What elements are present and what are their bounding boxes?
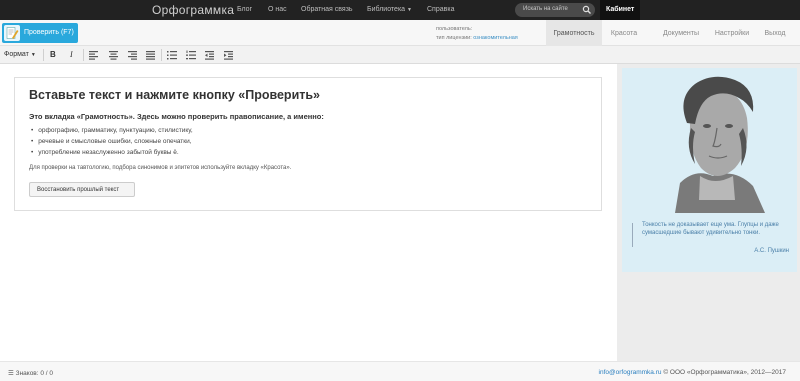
numbered-list-icon[interactable]: [186, 48, 196, 62]
format-toolbar: Формат ▼ B I: [0, 46, 800, 64]
nav-about[interactable]: О нас: [268, 6, 287, 13]
quote-text: Тонкость не доказывает еще ума. Глупцы и…: [642, 222, 779, 236]
italic-button[interactable]: I: [70, 48, 73, 62]
search-placeholder: Искать на сайте: [523, 6, 568, 12]
page-title: Вставьте текст и нажмите кнопку «Провери…: [29, 88, 321, 102]
list-item: орфографию, грамматику, пунктуацию, стил…: [31, 127, 192, 134]
quote-divider: [632, 223, 633, 247]
outdent-icon[interactable]: [205, 48, 215, 62]
license-value-link[interactable]: ознакомительная: [473, 35, 517, 41]
list-icon: ☰: [8, 370, 14, 377]
app-header: Проверить (F7) пользователь: тип лицензи…: [0, 20, 800, 46]
spellcheck-icon: [4, 25, 20, 41]
status-footer: ☰ Знаков: 0 / 0 info@orfogrammka.ru © ОО…: [0, 361, 800, 381]
tab-literacy[interactable]: Грамотность: [546, 20, 602, 46]
brand-logo[interactable]: Орфограммка: [152, 3, 234, 17]
tab-beauty[interactable]: Красота: [604, 20, 644, 46]
search-input[interactable]: Искать на сайте: [515, 3, 595, 17]
chevron-down-icon: ▼: [30, 52, 36, 58]
nav-library[interactable]: Библиотека ▼: [367, 6, 412, 13]
char-count: ☰ Знаков: 0 / 0: [8, 369, 53, 377]
hint-text: Для проверки на тавтологию, подбора сино…: [29, 165, 292, 171]
search-icon[interactable]: [582, 5, 592, 15]
check-button-label: Проверить (F7): [24, 29, 74, 36]
format-dropdown-label: Формат: [4, 51, 29, 58]
restore-text-label: Восстановить прошлый текст: [37, 187, 120, 193]
nav-blog[interactable]: Блог: [237, 6, 252, 13]
align-right-icon[interactable]: [128, 48, 138, 62]
restore-text-button[interactable]: Восстановить прошлый текст: [29, 182, 135, 197]
align-justify-icon[interactable]: [146, 48, 156, 62]
user-label: пользователь:: [436, 26, 473, 32]
cabinet-button[interactable]: Кабинет: [600, 0, 640, 20]
toolbar-divider: [43, 49, 44, 61]
nav-library-label: Библиотека: [367, 6, 406, 13]
nav-help[interactable]: Справка: [427, 6, 454, 13]
quote-author: А.С. Пушкин: [754, 248, 789, 254]
top-navbar: Орфограммка Блог О нас Обратная связь Би…: [0, 0, 800, 20]
align-center-icon[interactable]: [109, 48, 119, 62]
char-count-label: Знаков: 0 / 0: [15, 370, 54, 377]
align-left-icon[interactable]: [89, 48, 99, 62]
bulleted-list-icon[interactable]: [167, 48, 177, 62]
tab-documents[interactable]: Документы: [656, 20, 706, 46]
toolbar-divider: [161, 49, 162, 61]
toolbar-divider: [83, 49, 84, 61]
check-button[interactable]: Проверить (F7): [2, 23, 78, 43]
quote-panel: Тонкость не доказывает еще ума. Глупцы и…: [622, 68, 797, 272]
tab-logout[interactable]: Выход: [758, 20, 792, 46]
chevron-down-icon: ▼: [407, 7, 412, 13]
indent-icon[interactable]: [224, 48, 234, 62]
tab-settings[interactable]: Настройки: [708, 20, 756, 46]
list-item: употребление незаслуженно забытой буквы …: [31, 149, 178, 156]
copyright: info@orfogrammka.ru © ООО «Орфограмматик…: [599, 369, 786, 376]
nav-feedback[interactable]: Обратная связь: [301, 6, 353, 13]
page-subtitle: Это вкладка «Грамотность». Здесь можно п…: [29, 112, 324, 121]
cabinet-label: Кабинет: [606, 6, 635, 13]
license-label: тип лицензии:: [436, 35, 472, 41]
email-link[interactable]: info@orfogrammka.ru: [599, 369, 662, 376]
license-info: тип лицензии: ознакомительная: [436, 35, 518, 41]
editor-welcome-panel[interactable]: Вставьте текст и нажмите кнопку «Провери…: [14, 77, 602, 211]
copyright-text: © ООО «Орфограмматика», 2012—2017: [663, 369, 786, 376]
pushkin-portrait-image: [675, 76, 765, 213]
list-item: речевые и смысловые ошибки, сложные опеч…: [31, 138, 191, 145]
format-dropdown[interactable]: Формат ▼: [4, 48, 36, 62]
bold-button[interactable]: B: [50, 48, 56, 62]
